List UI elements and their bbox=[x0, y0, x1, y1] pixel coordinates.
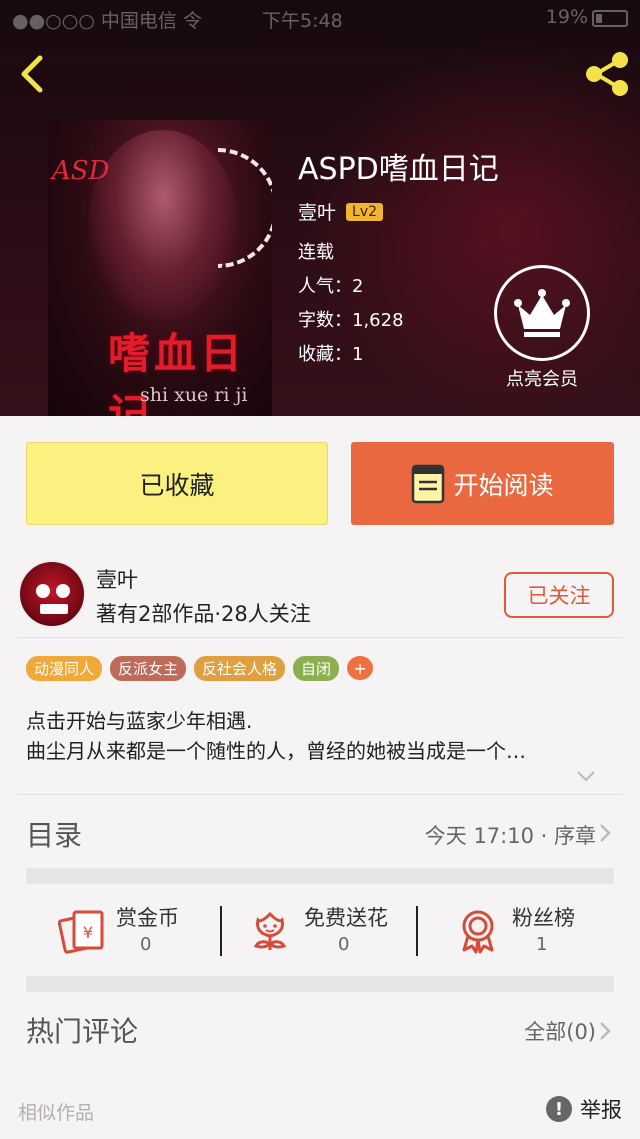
book-header: ●●○○○ 中国电信 令 下午5:48 19% ASD 嗜血日记 shi xue… bbox=[0, 0, 640, 416]
start-reading-button[interactable]: 开始阅读 bbox=[351, 442, 614, 525]
vip-button[interactable]: 点亮会员 bbox=[492, 265, 592, 395]
favorited-button[interactable]: 已收藏 bbox=[26, 442, 328, 525]
rosette-icon bbox=[462, 910, 494, 954]
back-button[interactable] bbox=[14, 52, 54, 96]
book-author[interactable]: 壹叶 bbox=[298, 198, 336, 225]
carrier-label: ●●○○○ 中国电信 令 bbox=[12, 10, 202, 32]
favorited-label: 已收藏 bbox=[139, 470, 215, 500]
vip-badge bbox=[494, 265, 590, 361]
author-card: 壹叶 著有2部作品·28人关注 已关注 bbox=[0, 552, 640, 642]
flower-icon bbox=[253, 911, 287, 950]
chevron-right-icon bbox=[600, 824, 611, 842]
cover-figure bbox=[88, 130, 238, 320]
send-flower-button[interactable]: 免费送花 0 bbox=[246, 898, 426, 964]
book-icon bbox=[412, 464, 445, 503]
reward-coins-value: 0 bbox=[140, 934, 152, 955]
chevron-down-icon bbox=[577, 771, 595, 782]
status-bar: ●●○○○ 中国电信 令 下午5:48 19% bbox=[0, 0, 640, 36]
tag-autism[interactable]: 自闭 bbox=[293, 656, 340, 681]
section-separator bbox=[26, 976, 614, 992]
section-separator bbox=[26, 868, 614, 884]
cover-subtitle-text: shi xue ri ji bbox=[140, 384, 248, 406]
fan-ranking-label: 粉丝榜 bbox=[512, 906, 575, 930]
battery-icon bbox=[592, 10, 628, 27]
level-badge: Lv2 bbox=[346, 202, 384, 221]
start-reading-label: 开始阅读 bbox=[453, 470, 554, 500]
favorites-stat: 收藏：1 bbox=[298, 344, 364, 365]
more-tags-button[interactable]: + bbox=[347, 656, 374, 680]
book-cover[interactable]: ASD 嗜血日记 shi xue ri ji bbox=[48, 120, 272, 416]
share-button[interactable] bbox=[582, 50, 632, 98]
tag-villain-heroine[interactable]: 反派女主 bbox=[110, 656, 187, 681]
coin-envelope-icon: ¥ bbox=[58, 910, 104, 954]
stats-row: ¥ 赏金币 0 免费送花 0 粉丝榜 1 bbox=[26, 898, 614, 964]
book-title: ASPD嗜血日记 bbox=[298, 152, 499, 187]
description-line-1: 点击开始与蓝家少年相遇. bbox=[26, 709, 253, 733]
popularity-stat: 人气：2 bbox=[298, 276, 364, 297]
svg-text:¥: ¥ bbox=[83, 923, 93, 942]
book-author-row: 壹叶 Lv2 bbox=[298, 198, 384, 225]
report-label: 举报 bbox=[580, 1098, 622, 1122]
battery-percent: 19% bbox=[545, 6, 588, 28]
divider bbox=[18, 794, 622, 795]
similar-works-label: 相似作品 bbox=[18, 1102, 95, 1124]
tag-list: 动漫同人 反派女主 反社会人格 自闭 + bbox=[26, 656, 374, 681]
catalog-row[interactable]: 目录 今天 17:10 · 序章 bbox=[0, 800, 640, 864]
expand-description-button[interactable] bbox=[576, 768, 596, 784]
all-comments-link[interactable]: 全部(0) bbox=[524, 1016, 596, 1046]
hot-comments-row[interactable]: 热门评论 全部(0) bbox=[0, 998, 640, 1062]
hot-comments-title: 热门评论 bbox=[26, 1015, 139, 1048]
share-icon bbox=[586, 52, 628, 96]
followed-label: 已关注 bbox=[527, 584, 591, 608]
fan-ranking-button[interactable]: 粉丝榜 1 bbox=[454, 898, 614, 964]
report-button[interactable]: ! 举报 bbox=[546, 1094, 622, 1124]
catalog-title: 目录 bbox=[26, 819, 83, 852]
tag-anime-fanfic[interactable]: 动漫同人 bbox=[26, 656, 103, 681]
stat-separator bbox=[416, 906, 418, 956]
author-name[interactable]: 壹叶 bbox=[96, 564, 138, 594]
fan-ranking-value: 1 bbox=[536, 934, 548, 955]
chevron-left-icon bbox=[21, 55, 43, 93]
send-flower-value: 0 bbox=[338, 934, 350, 955]
tag-antisocial[interactable]: 反社会人格 bbox=[194, 656, 286, 681]
alert-icon: ! bbox=[546, 1096, 572, 1122]
status-time: 下午5:48 bbox=[262, 10, 343, 32]
book-description[interactable]: 点击开始与蓝家少年相遇. 曲尘月从来都是一个随性的人，曾经的她被当成是一个… bbox=[26, 706, 614, 766]
author-stats: 著有2部作品·28人关注 bbox=[96, 602, 311, 626]
cover-logo-text: ASD bbox=[52, 156, 110, 186]
vip-label: 点亮会员 bbox=[506, 369, 578, 390]
crown-icon bbox=[514, 289, 570, 337]
word-count-stat: 字数：1,628 bbox=[298, 310, 404, 331]
reward-coins-label: 赏金币 bbox=[116, 906, 179, 930]
stat-separator bbox=[220, 906, 222, 956]
followed-button[interactable]: 已关注 bbox=[504, 572, 614, 618]
cover-dashed-stroke bbox=[218, 148, 272, 268]
chevron-right-icon bbox=[600, 1022, 611, 1040]
avatar[interactable] bbox=[18, 560, 86, 628]
description-line-2: 曲尘月从来都是一个随性的人，曾经的她被当成是一个… bbox=[26, 739, 526, 763]
divider bbox=[18, 637, 622, 638]
serial-status: 连载 bbox=[298, 242, 334, 263]
latest-chapter-info: 今天 17:10 · 序章 bbox=[424, 824, 596, 848]
send-flower-label: 免费送花 bbox=[304, 906, 388, 930]
reward-coins-button[interactable]: ¥ 赏金币 0 bbox=[58, 898, 218, 964]
